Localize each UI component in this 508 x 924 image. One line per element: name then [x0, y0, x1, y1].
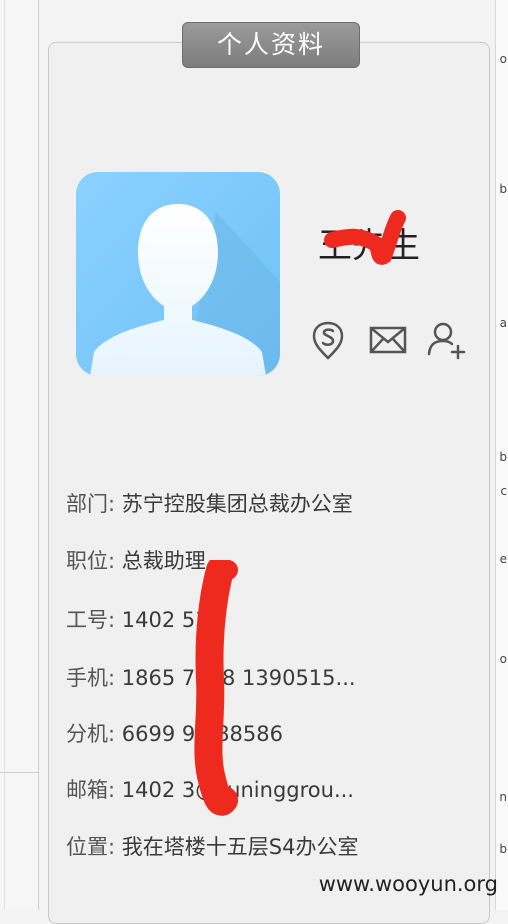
add-contact-icon [427, 322, 466, 360]
edge-letter: b [499, 450, 507, 464]
department-label: 部门: [66, 492, 116, 516]
skype-icon [312, 321, 344, 360]
mail-button[interactable] [366, 318, 410, 362]
department-row: 部门: 苏宁控股集团总裁办公室 [66, 488, 353, 518]
position-label: 职位: [66, 549, 116, 573]
card-title: 个人资料 [182, 22, 360, 68]
extension-row: 分机: 6699 9-888586 [66, 718, 283, 748]
divider [4, 0, 5, 910]
edge-letter: c [500, 484, 507, 498]
mail-icon [369, 326, 407, 354]
person-silhouette-icon [90, 204, 280, 376]
edge-letter: o [499, 652, 507, 666]
edge-letter: n [499, 790, 507, 804]
watermark: www.wooyun.org [318, 872, 498, 896]
skype-button[interactable] [306, 318, 350, 362]
employee-id-row: 工号: 1402 53 [66, 604, 209, 634]
location-label: 位置: [66, 835, 116, 859]
left-pane [0, 0, 39, 910]
edge-letter: b [499, 842, 507, 856]
mobile-label: 手机: [66, 666, 116, 690]
avatar [76, 172, 280, 376]
edge-letter: a [499, 316, 507, 330]
employee-id-label: 工号: [66, 608, 116, 632]
extension-label: 分机: [66, 722, 116, 746]
edge-letter: o [499, 52, 507, 66]
department-value: 苏宁控股集团总裁办公室 [121, 492, 353, 516]
location-value: 我在塔楼十五层S4办公室 [121, 835, 359, 859]
position-row: 职位: 总裁助理 [66, 545, 206, 575]
email-label: 邮箱: [66, 778, 116, 802]
right-edge-panel: o b a b c e o n b [495, 0, 508, 910]
add-contact-button[interactable] [424, 318, 468, 362]
redaction-mark [324, 210, 406, 265]
edge-letter: e [499, 552, 507, 566]
location-row: 位置: 我在塔楼十五层S4办公室 [66, 831, 358, 861]
edge-letter: b [499, 182, 507, 196]
divider [0, 772, 38, 773]
redaction-mark [194, 560, 238, 816]
